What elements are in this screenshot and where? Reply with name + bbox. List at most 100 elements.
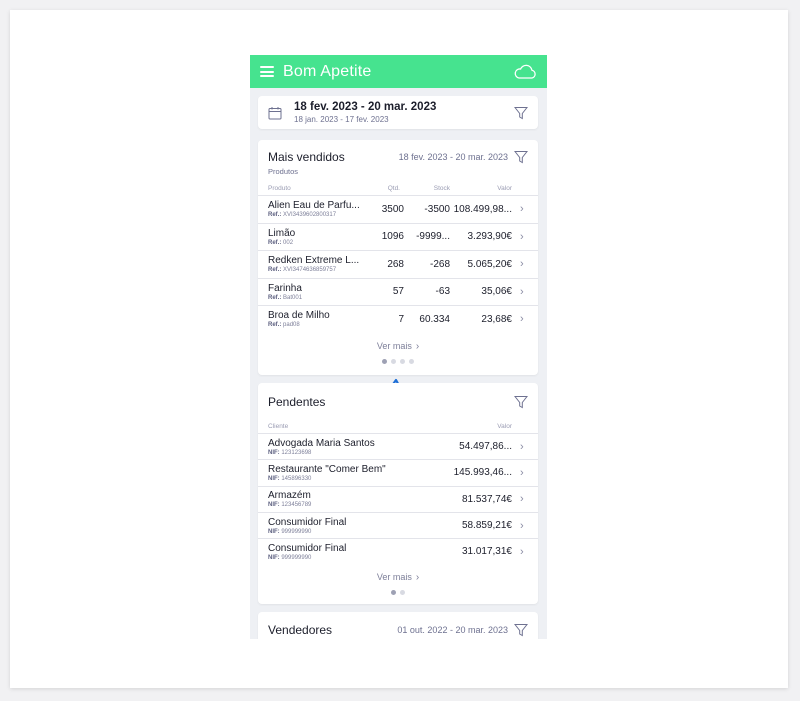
client-nif: NIF: 999999990 — [268, 529, 432, 535]
page-dot[interactable] — [400, 590, 405, 596]
vendedores-title: Vendedores — [268, 623, 333, 637]
chevron-right-icon: › — [520, 493, 524, 506]
page-indicator — [258, 358, 538, 364]
product-name: Farinha — [268, 282, 302, 294]
nif-label: NIF: — [268, 502, 280, 509]
product-ref: Ref.: 002 — [268, 240, 376, 246]
chevron-right-icon: › — [520, 230, 524, 243]
stock-value: -3500 — [424, 203, 450, 215]
chevron-right-icon: › — [520, 440, 524, 453]
mais-vendidos-list: Alien Eau de Parfu... Ref.: XVI3439602800… — [258, 195, 538, 333]
chevron-right-icon: › — [520, 203, 524, 216]
mais-vendidos-subtitle: Produtos — [268, 167, 299, 176]
vendedores-card: Vendedores 01 out. 2022 - 20 mar. 2023 — [258, 612, 538, 639]
chevron-right-icon: › — [520, 313, 524, 326]
page-indicator — [258, 590, 538, 596]
page-dot[interactable] — [391, 358, 396, 364]
nif-label: NIF: — [268, 449, 280, 456]
client-nif: NIF: 999999990 — [268, 555, 432, 561]
valor-value: 58.859,21€ — [461, 520, 512, 532]
chevron-right-icon: › — [520, 285, 524, 298]
filter-icon[interactable] — [514, 150, 528, 164]
date-range-card[interactable]: 18 fev. 2023 - 20 mar. 2023 18 jan. 2023… — [258, 96, 538, 129]
pendentes-card: Pendentes Cliente Valor Advogada Maria S… — [258, 383, 538, 604]
nif-value: 123456789 — [281, 502, 312, 509]
table-row[interactable]: Consumidor Final NIF: 999999990 58.859,21€… — [258, 511, 538, 538]
client-name: Advogada Maria Santos — [268, 437, 375, 449]
chevron-right-icon: › — [520, 466, 524, 479]
vendedores-range: 01 out. 2022 - 20 mar. 2023 — [397, 625, 508, 635]
ref-label: Ref.: — [268, 212, 282, 219]
pendentes-list: Advogada Maria Santos NIF: 123123698 54.49… — [258, 433, 538, 564]
table-row[interactable]: Farinha Ref.: Bat001 57 -63 35,06€ › — [258, 277, 538, 306]
ref-value: 002 — [283, 239, 294, 246]
mais-vendidos-title: Mais vendidos — [268, 150, 345, 164]
table-row[interactable]: Alien Eau de Parfu... Ref.: XVI3439602800… — [258, 195, 538, 223]
valor-value: 81.537,74€ — [461, 493, 512, 505]
ref-label: Ref.: — [268, 239, 282, 246]
client-cell: Consumidor Final NIF: 999999990 — [268, 543, 432, 561]
qtd-value: 3500 — [381, 203, 404, 215]
cloud-icon[interactable] — [513, 64, 537, 80]
mais-vendidos-range: 18 fev. 2023 - 20 mar. 2023 — [398, 152, 508, 162]
filter-icon[interactable] — [514, 623, 528, 637]
date-range-compare: 18 jan. 2023 - 17 fev. 2023 — [294, 115, 389, 124]
client-nif: NIF: 145896330 — [268, 476, 432, 482]
client-cell: Advogada Maria Santos NIF: 123123698 — [268, 438, 432, 456]
page-dot[interactable] — [382, 358, 387, 364]
column-header-produto: Produto — [268, 185, 291, 192]
client-cell: Consumidor Final NIF: 999999990 — [268, 517, 432, 535]
filter-icon[interactable] — [514, 395, 528, 409]
valor-value: 54.497,86... — [459, 441, 512, 453]
column-header-qtd: Qtd. — [387, 185, 400, 192]
table-row[interactable]: Redken Extreme L... Ref.: XVI347463685975… — [258, 250, 538, 278]
ref-label: Ref.: — [268, 322, 282, 329]
menu-icon[interactable] — [260, 66, 274, 77]
filter-icon[interactable] — [514, 106, 528, 120]
stock-value: 60.334 — [419, 313, 450, 325]
stock-value: -268 — [429, 258, 450, 270]
page-dot[interactable] — [409, 358, 414, 364]
ver-mais-link[interactable]: Ver mais › — [258, 341, 538, 352]
valor-value: 108.499,98... — [453, 203, 512, 215]
table-row[interactable]: Advogada Maria Santos NIF: 123123698 54.49… — [258, 433, 538, 459]
product-name: Limão — [268, 227, 296, 239]
table-row[interactable]: Armazém NIF: 123456789 81.537,74€ › — [258, 485, 538, 512]
chevron-right-icon: › — [520, 258, 524, 271]
table-row[interactable]: Consumidor Final NIF: 999999990 31.017,31€… — [258, 538, 538, 564]
ver-mais-link[interactable]: Ver mais › — [258, 572, 538, 583]
product-cell: Redken Extreme L... Ref.: XVI347463685975… — [268, 255, 376, 273]
table-row[interactable]: Broa de Milho Ref.: pad08 7 60.334 23,68€ › — [258, 305, 538, 333]
client-cell: Armazém NIF: 123456789 — [268, 490, 432, 508]
client-name: Restaurante "Comer Bem" — [268, 463, 386, 475]
product-ref: Ref.: pad08 — [268, 322, 376, 328]
product-name: Broa de Milho — [268, 310, 330, 322]
client-nif: NIF: 123456789 — [268, 502, 432, 508]
phone-screen: Bom Apetite 18 fev. 2023 - 20 mar. 2023 … — [250, 55, 547, 639]
client-name: Consumidor Final — [268, 542, 347, 554]
page-dot[interactable] — [391, 590, 396, 596]
product-cell: Alien Eau de Parfu... Ref.: XVI3439602800… — [268, 200, 376, 218]
ref-value: Bat001 — [283, 294, 303, 301]
qtd-value: 268 — [387, 258, 404, 270]
valor-value: 145.993,46... — [453, 467, 512, 479]
ref-label: Ref.: — [268, 267, 282, 274]
valor-value: 31.017,31€ — [461, 546, 512, 558]
page-dot[interactable] — [400, 358, 405, 364]
app-title: Bom Apetite — [283, 62, 372, 80]
nif-label: NIF: — [268, 528, 280, 535]
nif-value: 999999990 — [281, 528, 312, 535]
table-row[interactable]: Limão Ref.: 002 1096 -9999... 3.293,90€ › — [258, 222, 538, 251]
valor-value: 35,06€ — [481, 286, 512, 298]
nif-value: 145896330 — [281, 475, 312, 482]
product-ref: Ref.: Bat001 — [268, 295, 376, 301]
stock-value: -9999... — [416, 231, 450, 243]
ref-value: pad08 — [283, 322, 300, 329]
product-cell: Broa de Milho Ref.: pad08 — [268, 310, 376, 328]
nif-label: NIF: — [268, 554, 280, 561]
qtd-value: 57 — [392, 286, 404, 298]
product-name: Redken Extreme L... — [268, 255, 360, 267]
valor-value: 3.293,90€ — [467, 231, 513, 243]
table-row[interactable]: Restaurante "Comer Bem" NIF: 145896330 145… — [258, 459, 538, 485]
qtd-value: 7 — [398, 313, 404, 325]
